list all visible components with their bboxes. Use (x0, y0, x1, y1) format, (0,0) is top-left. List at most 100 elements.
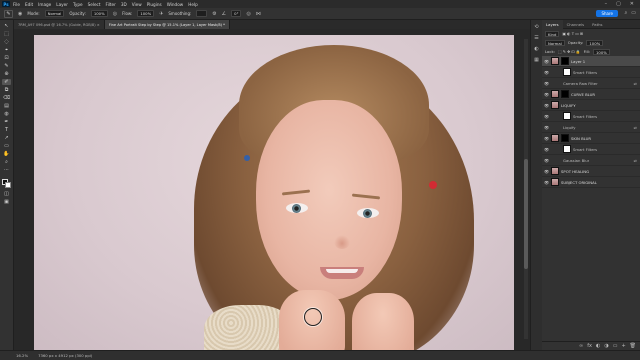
airbrush-icon[interactable]: ✈ (159, 11, 163, 17)
layer-row[interactable]: 👁 Smart Filters (542, 67, 640, 78)
layer-row[interactable]: 👁 SKIN BLUR (542, 133, 640, 144)
search-icon[interactable]: ⌕ (624, 10, 627, 16)
layer-row[interactable]: 👁 Smart Filters (542, 144, 640, 155)
workspace-icon[interactable]: ▭ (631, 10, 636, 16)
minimize-icon[interactable]: – (605, 1, 608, 7)
lasso-tool-icon[interactable]: ◌ (2, 39, 11, 45)
type-tool-icon[interactable]: T (2, 127, 11, 133)
visibility-eye-icon[interactable]: 👁 (544, 81, 549, 86)
visibility-eye-icon[interactable]: 👁 (544, 169, 549, 174)
tab-channels[interactable]: Channels (563, 20, 589, 29)
visibility-eye-icon[interactable]: 👁 (544, 136, 549, 141)
adjustment-layer-icon[interactable]: ◑ (604, 343, 608, 349)
zoom-level[interactable]: 16.2% (16, 353, 28, 358)
layer-mask-thumbnail[interactable] (561, 134, 569, 142)
opacity-field[interactable]: 100% (90, 10, 108, 17)
layer-style-icon[interactable]: fx (587, 343, 592, 349)
tab-document-1[interactable]: 7RM_A97 096.psd @ 16.7% (Guide, RGB/8) × (14, 20, 105, 29)
fill-field[interactable]: 100% (592, 48, 610, 55)
visibility-eye-icon[interactable]: 👁 (544, 103, 549, 108)
brush-tool-icon[interactable]: ✐ (2, 79, 11, 85)
layer-row[interactable]: 👁 Layer 1 (542, 56, 640, 67)
visibility-eye-icon[interactable]: 👁 (544, 92, 549, 97)
brush-settings-icon[interactable]: ◉ (18, 11, 22, 17)
marquee-tool-icon[interactable]: ⬚ (2, 31, 11, 37)
history-icon[interactable]: ⟲ (534, 24, 538, 30)
eyedropper-tool-icon[interactable]: ✎ (2, 63, 11, 69)
filter-options-icon[interactable]: ⇌ (634, 158, 637, 163)
layer-row[interactable]: 👁 Smart Filters (542, 111, 640, 122)
tab-paths[interactable]: Paths (588, 20, 606, 29)
layer-row[interactable]: 👁 Liquify ⇌ (542, 122, 640, 133)
brush-preset-icon[interactable]: ✎ (4, 9, 13, 18)
blend-mode-select[interactable]: Normal (545, 39, 565, 46)
menu-help[interactable]: Help (188, 2, 198, 7)
filter-options-icon[interactable]: ⇌ (634, 125, 637, 130)
gradient-tool-icon[interactable]: ▤ (2, 103, 11, 109)
add-mask-icon[interactable]: ◐ (596, 343, 600, 349)
quick-mask-icon[interactable]: ◫ (2, 191, 11, 197)
screen-mode-icon[interactable]: ▣ (2, 199, 11, 205)
scrollbar-thumb[interactable] (524, 159, 528, 269)
pressure-size-icon[interactable]: ◎ (246, 11, 250, 17)
new-group-icon[interactable]: ▭ (613, 343, 618, 349)
link-layers-icon[interactable]: ∞ (579, 343, 583, 349)
menu-layer[interactable]: Layer (56, 2, 68, 7)
smoothing-field[interactable] (196, 10, 208, 17)
hand-tool-icon[interactable]: ✋ (2, 151, 11, 157)
visibility-eye-icon[interactable]: 👁 (544, 114, 549, 119)
eraser-tool-icon[interactable]: ⌫ (2, 95, 11, 101)
menu-edit[interactable]: Edit (25, 2, 33, 7)
path-select-tool-icon[interactable]: ↗ (2, 135, 11, 141)
menu-filter[interactable]: Filter (105, 2, 115, 7)
pressure-opacity-icon[interactable]: ◎ (113, 11, 117, 17)
properties-icon[interactable]: ☰ (534, 35, 538, 41)
share-button[interactable]: Share (596, 10, 618, 17)
symmetry-icon[interactable]: ⋈ (256, 11, 261, 17)
visibility-eye-icon[interactable]: 👁 (544, 59, 549, 64)
menu-view[interactable]: View (132, 2, 142, 7)
mode-select[interactable]: Normal (44, 10, 65, 17)
zoom-tool-icon[interactable]: ⌕ (2, 159, 11, 165)
move-tool-icon[interactable]: ↖ (2, 23, 11, 29)
quick-select-tool-icon[interactable]: ⌖ (2, 47, 11, 53)
angle-field[interactable]: 0° (231, 10, 242, 17)
portrait-photo[interactable] (34, 35, 514, 350)
shape-tool-icon[interactable]: ▭ (2, 143, 11, 149)
vertical-scrollbar[interactable] (524, 39, 528, 339)
menu-type[interactable]: Type (73, 2, 83, 7)
filter-options-icon[interactable]: ⇌ (634, 81, 637, 86)
kind-filter-select[interactable]: Kind (545, 30, 560, 37)
flow-field[interactable]: 100% (137, 10, 155, 17)
layer-row[interactable]: 👁 LIQUIFY (542, 100, 640, 111)
dodge-tool-icon[interactable]: ◍ (2, 111, 11, 117)
layer-row[interactable]: 👁 SUBJECT ORIGINAL (542, 177, 640, 188)
menu-3d[interactable]: 3D (121, 2, 127, 7)
background-color-swatch[interactable] (4, 182, 11, 188)
layer-row[interactable]: 👁 Gaussian Blur ⇌ (542, 155, 640, 166)
visibility-eye-icon[interactable]: 👁 (544, 125, 549, 130)
tab-document-2[interactable]: Fine Art Portrait Step by Step @ 15.1% (… (104, 20, 230, 29)
crop-tool-icon[interactable]: ⊡ (2, 55, 11, 61)
menu-window[interactable]: Window (167, 2, 184, 7)
layer-row[interactable]: 👁 SPOT HEALING (542, 166, 640, 177)
visibility-eye-icon[interactable]: 👁 (544, 147, 549, 152)
menu-file[interactable]: File (13, 2, 20, 7)
visibility-eye-icon[interactable]: 👁 (544, 158, 549, 163)
delete-layer-icon[interactable]: 🗑 (630, 343, 636, 349)
color-swatches[interactable] (1, 179, 12, 189)
close-icon[interactable]: ✕ (630, 1, 634, 7)
libraries-icon[interactable]: ▦ (534, 57, 539, 63)
adjustments-icon[interactable]: ◐ (534, 46, 538, 52)
layer-opacity-field[interactable]: 100% (586, 39, 604, 46)
document-info[interactable]: 7360 px x 4912 px (300 ppi) (38, 353, 92, 358)
more-tools-icon[interactable]: ⋯ (2, 167, 11, 173)
menu-image[interactable]: Image (38, 2, 51, 7)
layer-row[interactable]: 👁 CURVE BLUR (542, 89, 640, 100)
menu-select[interactable]: Select (88, 2, 101, 7)
healing-tool-icon[interactable]: ⊕ (2, 71, 11, 77)
layer-row[interactable]: 👁 Camera Raw Filter ⇌ (542, 78, 640, 89)
canvas-area[interactable] (14, 29, 530, 350)
maximize-icon[interactable]: ▢ (616, 1, 621, 7)
filter-icons[interactable]: ▣ ◐ T ▭ ⊞ (562, 31, 583, 36)
